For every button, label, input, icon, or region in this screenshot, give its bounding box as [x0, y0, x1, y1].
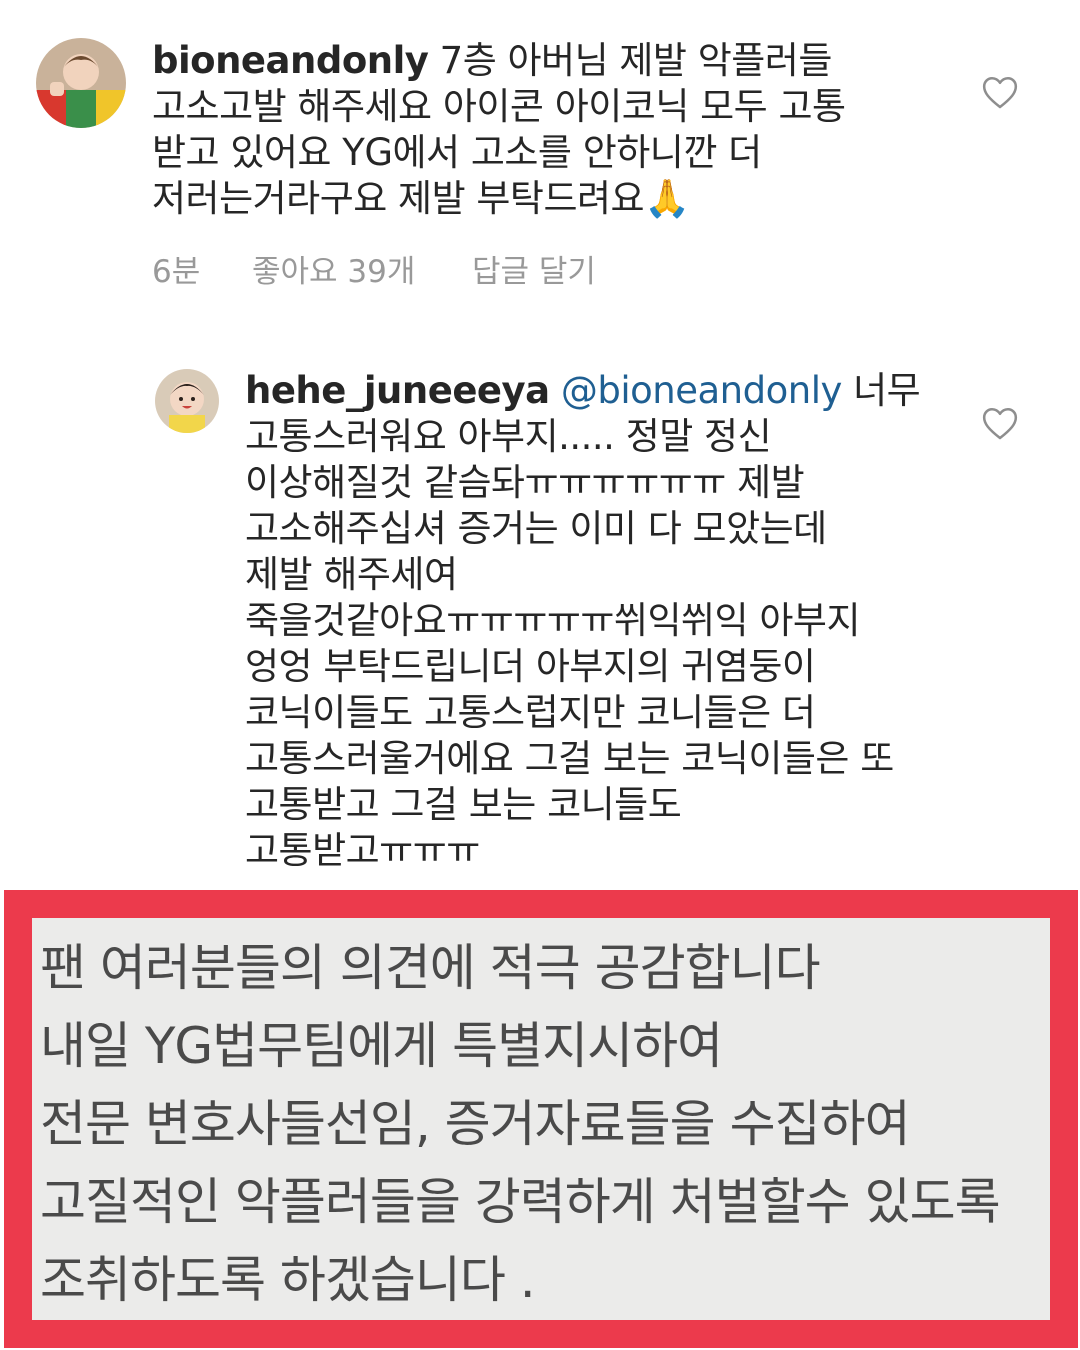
reply-line: 고소해주십셔 증거는 이미 다 모았는데 [245, 507, 827, 550]
notice-text: 팬 여러분들의 의견에 적극 공감합니다 내일 YG법무팀에게 특별지시하여 전… [40, 929, 1001, 1319]
reply-line: 고통받고ㅠㅠㅠ [245, 829, 480, 872]
reply-line: 죽을것같아요ㅠㅠㅠㅠㅠ쒸익쒸익 아부지 [245, 599, 860, 642]
reply-line: 고통스러워요 아부지..... 정말 정신 [245, 415, 772, 458]
comment-likes[interactable]: 좋아요 39개 [252, 246, 415, 291]
comment-time: 6분 [152, 254, 201, 290]
comment-line: 고소고발 해주세요 아이콘 아이코닉 모두 고통 [152, 85, 846, 128]
reply-line: 코닉이들도 고통스럽지만 코니들은 더 [245, 691, 816, 734]
notice-line: 팬 여러분들의 의견에 적극 공감합니다 [40, 939, 821, 997]
avatar[interactable] [36, 38, 126, 128]
notice-line: 고질적인 악플러들을 강력하게 처벌할수 있도록 [40, 1173, 1001, 1231]
avatar[interactable] [155, 369, 219, 433]
reply-username[interactable]: hehe_juneeeya [245, 369, 550, 412]
reply-button[interactable]: 답글 달기 [472, 246, 596, 291]
comment-line: 저러는거라구요 제발 부탁드려요🙏 [152, 177, 690, 220]
comment-username[interactable]: bioneandonly [152, 39, 429, 82]
reply-line: 고통스러울거에요 그걸 보는 코닉이들은 또 [245, 737, 894, 780]
notice-line: 내일 YG법무팀에게 특별지시하여 [40, 1017, 723, 1075]
heart-icon[interactable] [981, 405, 1019, 441]
reply-line: 엉엉 부탁드립니더 아부지의 귀염둥이 [245, 645, 816, 688]
comment-line: 받고 있어요 YG에서 고소를 안하니깐 더 [152, 131, 762, 174]
comment-text: bioneandonly 7층 아버님 제발 악플러들 고소고발 해주세요 아이… [152, 38, 846, 222]
heart-icon[interactable] [981, 74, 1019, 110]
reply-text: hehe_juneeeya @bioneandonly 너무 고통스러워요 아부… [245, 368, 921, 874]
reply-mention[interactable]: @bioneandonly [561, 369, 843, 412]
reply-line: 제발 해주세여 [245, 553, 458, 596]
reply-line: 이상해질것 같슴돠ㅠㅠㅠㅠㅠㅠ 제발 [245, 461, 805, 504]
reply-line: 너무 [853, 369, 921, 412]
reply-line: 고통받고 그걸 보는 코니들도 [245, 783, 682, 826]
notice-line: 전문 변호사들선임, 증거자료들을 수집하여 [40, 1095, 911, 1153]
notice-line: 조취하도록 하겠습니다 . [40, 1251, 536, 1309]
comment-line: 7층 아버님 제발 악플러들 [439, 39, 833, 82]
